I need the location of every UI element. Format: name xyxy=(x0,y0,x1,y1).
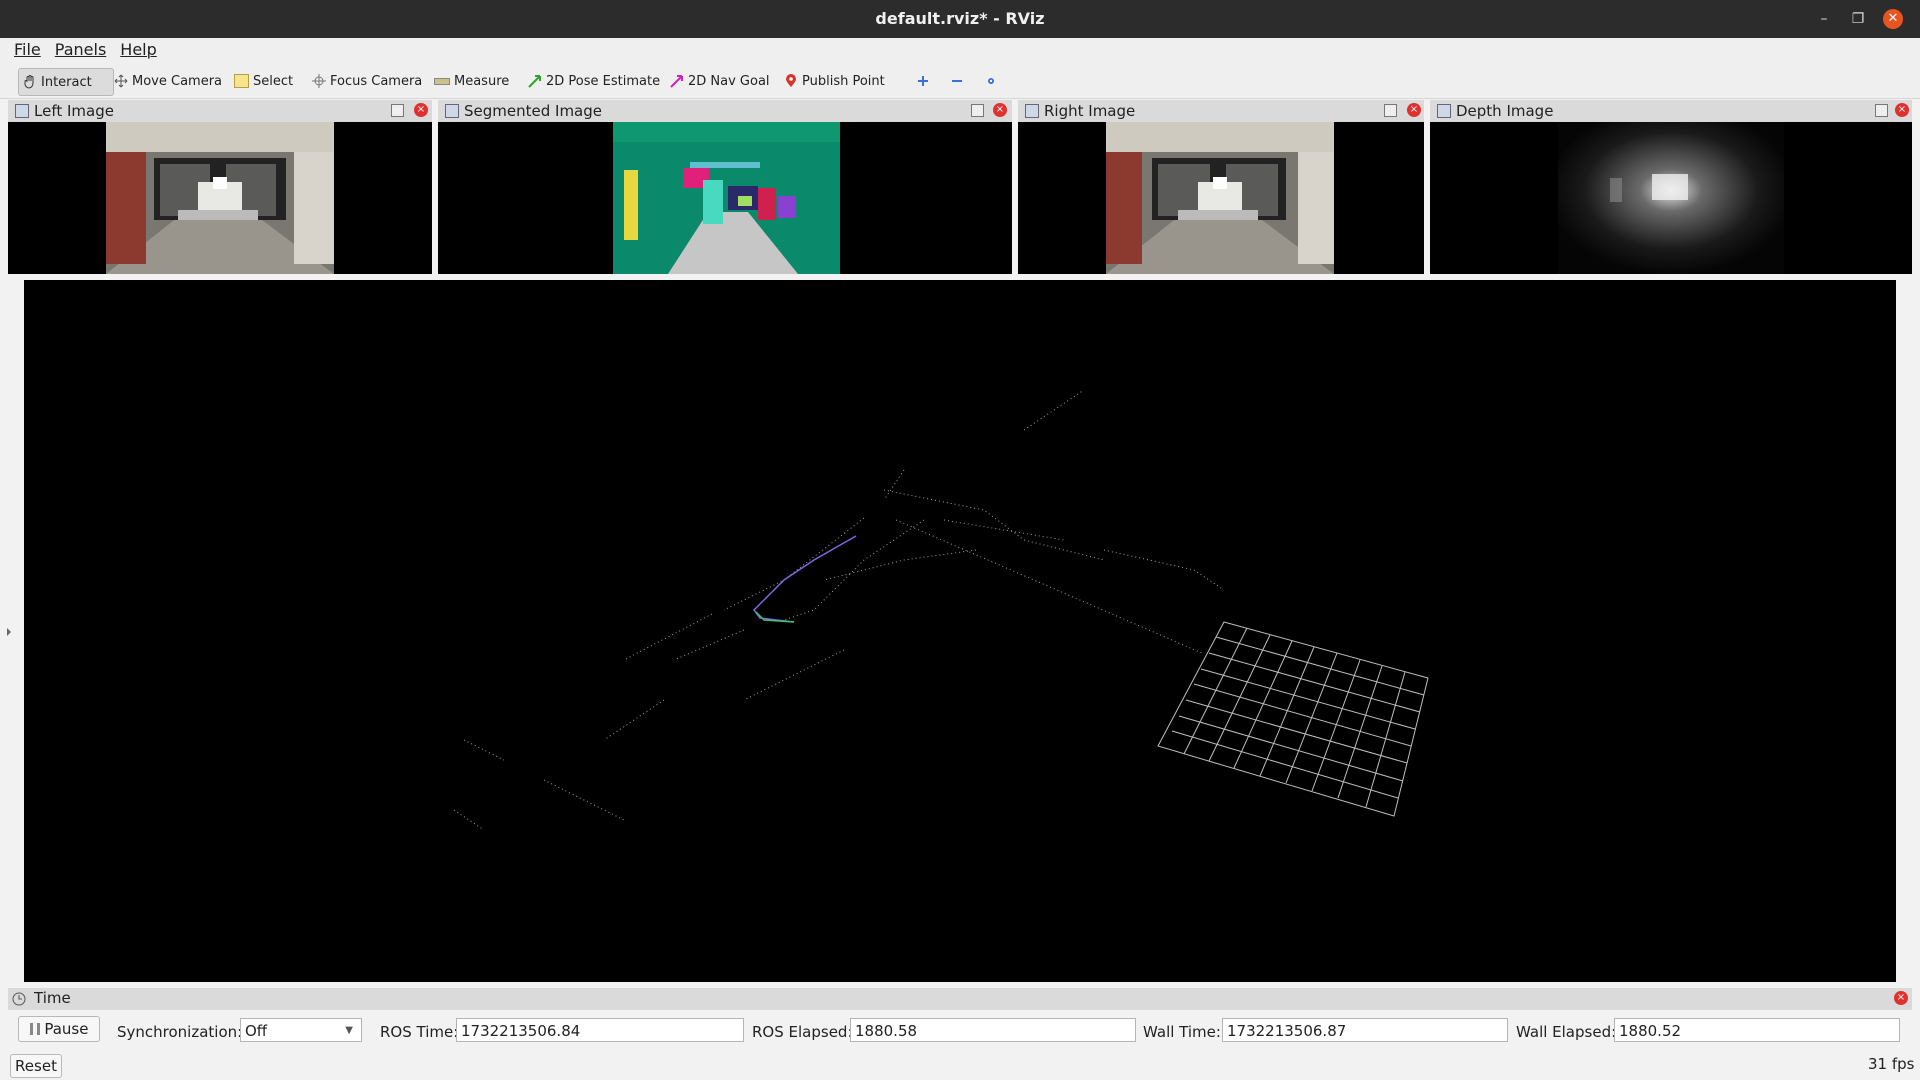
menu-help[interactable]: Help xyxy=(120,40,156,59)
minimize-icon[interactable]: – xyxy=(1814,9,1834,29)
focus-camera-label: Focus Camera xyxy=(330,73,423,89)
dropdown-arrow-icon: ▼ xyxy=(345,1025,353,1036)
reset-button[interactable]: Reset xyxy=(10,1054,62,1078)
image-panel-icon xyxy=(15,104,29,118)
move-icon xyxy=(114,74,128,88)
map-pin-icon xyxy=(786,74,796,87)
pause-icon xyxy=(29,1023,40,1035)
close-icon[interactable]: ✕ xyxy=(1883,9,1903,29)
nav-goal-button[interactable]: 2D Nav Goal xyxy=(666,68,774,94)
ros-time-label: ROS Time: xyxy=(380,1023,459,1041)
menu-file[interactable]: File xyxy=(14,40,41,59)
select-icon xyxy=(234,74,249,88)
ground-grid xyxy=(1157,621,1429,817)
right-image-title: Right Image xyxy=(1044,102,1136,120)
float-panel-icon[interactable] xyxy=(971,104,984,117)
ruler-icon xyxy=(434,77,450,85)
hand-icon xyxy=(24,75,34,89)
tool-properties-button[interactable] xyxy=(980,68,1002,94)
measure-button[interactable]: Measure xyxy=(430,68,513,94)
minus-icon xyxy=(952,80,962,82)
menu-bar: File Panels Help xyxy=(0,38,1920,64)
close-panel-icon[interactable]: × xyxy=(993,103,1007,117)
synchronization-label: Synchronization: xyxy=(117,1023,243,1041)
menu-panels[interactable]: Panels xyxy=(55,40,107,59)
float-panel-icon[interactable] xyxy=(1384,104,1397,117)
select-button[interactable]: Select xyxy=(230,68,297,94)
depth-image-panel-header: Depth Image × xyxy=(1430,100,1912,122)
wall-elapsed-label: Wall Elapsed: xyxy=(1516,1023,1617,1041)
plus-icon xyxy=(918,76,928,86)
image-panel-icon xyxy=(1025,104,1039,118)
move-camera-button[interactable]: Move Camera xyxy=(110,68,226,94)
segmented-image-view xyxy=(438,122,1012,274)
synchronization-value: Off xyxy=(245,1022,268,1040)
crosshair-icon xyxy=(312,74,326,88)
publish-point-button[interactable]: Publish Point xyxy=(780,68,889,94)
segmented-image-title: Segmented Image xyxy=(464,102,602,120)
move-camera-label: Move Camera xyxy=(132,73,223,89)
float-panel-icon[interactable] xyxy=(391,104,404,117)
ros-elapsed-label: ROS Elapsed: xyxy=(752,1023,853,1041)
select-label: Select xyxy=(253,73,294,89)
time-panel: Pause Synchronization: Off ▼ ROS Time: 1… xyxy=(0,1012,1920,1052)
measure-label: Measure xyxy=(454,73,510,89)
left-image-title: Left Image xyxy=(34,102,114,120)
point-cloud xyxy=(453,389,1225,831)
window-titlebar: default.rviz* - RViz – ❐ ✕ xyxy=(0,0,1920,38)
window-title: default.rviz* - RViz xyxy=(875,9,1045,28)
time-panel-title: Time xyxy=(34,989,71,1007)
pause-button[interactable]: Pause xyxy=(18,1016,100,1042)
render-3d-viewport[interactable] xyxy=(24,280,1896,982)
toolbar: Interact Move Camera Select Focus Camera… xyxy=(0,64,1920,99)
right-image-panel-header: Right Image × xyxy=(1018,100,1424,122)
publish-point-label: Publish Point xyxy=(802,73,885,89)
close-panel-icon[interactable]: × xyxy=(1407,103,1421,117)
left-dock-handle[interactable] xyxy=(0,276,16,986)
restore-icon[interactable]: ❐ xyxy=(1848,9,1868,29)
right-image-view xyxy=(1018,122,1424,274)
clock-icon xyxy=(12,992,26,1006)
green-arrow-icon xyxy=(528,75,541,88)
eye-icon xyxy=(988,78,994,84)
add-tool-button[interactable] xyxy=(912,68,934,94)
focus-camera-button[interactable]: Focus Camera xyxy=(308,68,426,94)
robot-path xyxy=(753,535,857,623)
image-panel-icon xyxy=(445,104,459,118)
float-panel-icon[interactable] xyxy=(1875,104,1888,117)
synchronization-select[interactable]: Off ▼ xyxy=(240,1018,362,1042)
close-panel-icon[interactable]: × xyxy=(414,103,428,117)
wall-time-label: Wall Time: xyxy=(1143,1023,1221,1041)
interact-label: Interact xyxy=(41,74,92,90)
left-image-panel-header: Left Image × xyxy=(8,100,432,122)
scene-render xyxy=(453,389,1429,831)
time-panel-header: Time × xyxy=(8,988,1912,1010)
ros-elapsed-field[interactable]: 1880.58 xyxy=(850,1018,1136,1042)
ros-time-field[interactable]: 1732213506.84 xyxy=(456,1018,744,1042)
fps-indicator: 31 fps xyxy=(1868,1055,1915,1073)
image-panel-icon xyxy=(1437,104,1451,118)
segmented-image-panel-header: Segmented Image × xyxy=(438,100,1012,122)
depth-image-view xyxy=(1430,122,1912,274)
wall-time-field[interactable]: 1732213506.87 xyxy=(1222,1018,1508,1042)
close-time-panel-icon[interactable]: × xyxy=(1894,991,1908,1005)
depth-camera-image xyxy=(1558,122,1784,274)
pose-estimate-label: 2D Pose Estimate xyxy=(546,73,661,89)
segmented-camera-image xyxy=(613,122,840,274)
magenta-arrow-icon xyxy=(670,75,683,88)
interact-button[interactable]: Interact xyxy=(18,68,114,96)
pause-label: Pause xyxy=(44,1020,89,1038)
wall-elapsed-field[interactable]: 1880.52 xyxy=(1614,1018,1900,1042)
pose-estimate-button[interactable]: 2D Pose Estimate xyxy=(524,68,664,94)
remove-tool-button[interactable] xyxy=(946,68,968,94)
nav-goal-label: 2D Nav Goal xyxy=(688,73,770,89)
left-image-view xyxy=(8,122,432,274)
depth-image-title: Depth Image xyxy=(1456,102,1554,120)
right-camera-image xyxy=(1106,122,1334,274)
close-panel-icon[interactable]: × xyxy=(1895,103,1909,117)
left-camera-image xyxy=(106,122,334,274)
